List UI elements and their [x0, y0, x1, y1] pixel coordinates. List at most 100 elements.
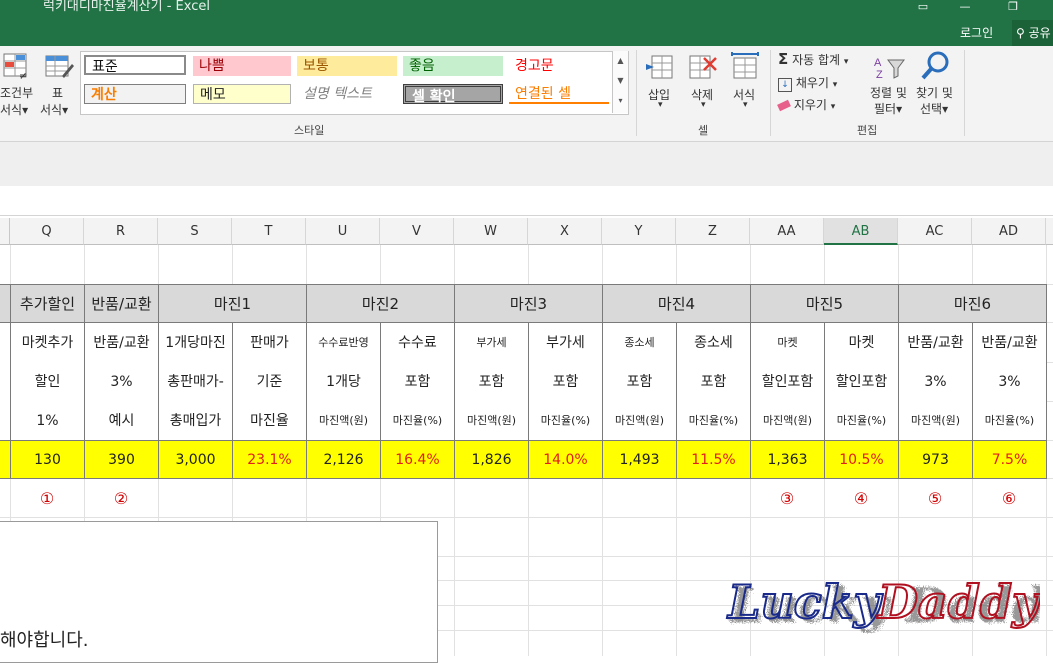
subheader-cell[interactable]: 기준 [232, 362, 307, 401]
subheader-cell[interactable]: 반품/교환 [972, 323, 1047, 362]
style-warning[interactable]: 경고문 [509, 56, 609, 76]
subheader-cell[interactable]: 예시 [84, 401, 159, 441]
subheader-cell[interactable]: 마진율 [232, 401, 307, 441]
column-header-s[interactable]: S [158, 218, 232, 245]
subheader-cell[interactable]: 마켓 [750, 323, 825, 362]
subheader-cell[interactable]: 마진율(%) [380, 401, 455, 441]
subheader-cell[interactable]: 부가세 [528, 323, 603, 362]
subheader-cell[interactable]: 마진액(원) [306, 401, 381, 441]
column-header-aa[interactable]: AA [750, 218, 824, 245]
marker-ab[interactable]: ④ [824, 484, 898, 514]
column-header-v[interactable]: V [380, 218, 454, 245]
formula-bar[interactable] [0, 187, 1053, 216]
format-dropdown-icon[interactable]: ▾ [743, 100, 748, 110]
subheader-cell[interactable]: 할인포함 [824, 362, 899, 401]
marker-ac[interactable]: ⑤ [898, 484, 972, 514]
column-header-t[interactable]: T [232, 218, 306, 245]
column-header-z[interactable]: Z [676, 218, 750, 245]
subheader-cell[interactable]: 포함 [454, 362, 529, 401]
marker-ad[interactable]: ⑥ [972, 484, 1046, 514]
value-cell[interactable]: 1,493 [602, 440, 677, 479]
autosum-button[interactable]: Σ 자동 합계 ▾ [778, 50, 848, 68]
column-header-ad[interactable]: AD [972, 218, 1046, 245]
table-format-label-2[interactable]: 서식▾ [40, 101, 68, 118]
subheader-cell[interactable]: 1개당마진 [158, 323, 233, 362]
style-bad[interactable]: 나쁨 [193, 56, 291, 76]
group-header[interactable]: 추가할인 [10, 284, 85, 323]
format-cells-icon[interactable] [730, 52, 760, 82]
group-header[interactable]: 반품/교환 [84, 284, 159, 323]
marker-aa[interactable]: ③ [750, 484, 824, 514]
subheader-cell[interactable]: 마진액(원) [898, 401, 973, 441]
subheader-cell[interactable]: 마진율(%) [528, 401, 603, 441]
subheader-cell[interactable]: 마진액(원) [750, 401, 825, 441]
subheader-cell[interactable]: 포함 [380, 362, 455, 401]
clear-button[interactable]: 지우기 ▾ [777, 96, 835, 113]
marker-r[interactable]: ② [84, 484, 158, 514]
column-header-y[interactable]: Y [602, 218, 676, 245]
fill-button[interactable]: ↓ 채우기 ▾ [778, 74, 837, 92]
login-link[interactable]: 로그인 [960, 24, 993, 41]
subheader-cell[interactable]: 마켓 [824, 323, 899, 362]
subheader-cell[interactable]: 포함 [676, 362, 751, 401]
value-cell[interactable]: 3,000 [158, 440, 233, 479]
style-good[interactable]: 좋음 [403, 56, 503, 76]
cond-format-label-2[interactable]: 서식▾ [0, 101, 28, 118]
sort-filter-label-2[interactable]: 필터▾ [874, 100, 902, 117]
column-header-ac[interactable]: AC [898, 218, 972, 245]
column-header-u[interactable]: U [306, 218, 380, 245]
column-header-r[interactable]: R [84, 218, 158, 245]
value-cell[interactable]: 23.1% [232, 440, 307, 479]
column-header-w[interactable]: W [454, 218, 528, 245]
value-cell[interactable]: 973 [898, 440, 973, 479]
subheader-cell[interactable]: 3% [84, 362, 159, 401]
subheader-cell[interactable]: 마진액(원) [454, 401, 529, 441]
subheader-cell[interactable]: 수수료 [380, 323, 455, 362]
ribbon-display-icon[interactable]: ▭ [908, 0, 938, 13]
subheader-cell[interactable]: 종소세 [676, 323, 751, 362]
column-header-x[interactable]: X [528, 218, 602, 245]
style-explanatory[interactable]: 설명 텍스트 [297, 84, 397, 104]
column-header-partial[interactable] [1046, 218, 1053, 245]
subheader-cell[interactable]: 마켓추가 [10, 323, 85, 362]
find-select-icon[interactable] [920, 50, 952, 82]
subheader-cell[interactable]: 반품/교환 [898, 323, 973, 362]
gallery-more-icon[interactable]: ▾ [613, 91, 628, 111]
subheader-cell[interactable]: 3% [898, 362, 973, 401]
value-cell[interactable]: 10.5% [824, 440, 899, 479]
value-cell[interactable]: 2,126 [306, 440, 381, 479]
delete-dropdown-icon[interactable]: ▾ [701, 100, 706, 110]
style-linked-cell[interactable]: 연결된 셀 [509, 84, 609, 104]
delete-cells-icon[interactable] [688, 52, 718, 82]
value-cell[interactable]: 11.5% [676, 440, 751, 479]
value-cell[interactable]: 1,826 [454, 440, 529, 479]
style-neutral[interactable]: 보통 [297, 56, 397, 76]
subheader-cell[interactable]: 할인포함 [750, 362, 825, 401]
gallery-scrollbar[interactable]: ▲ ▼ ▾ [612, 51, 628, 113]
group-header[interactable]: 마진4 [602, 284, 751, 323]
group-header[interactable]: 마진6 [898, 284, 1047, 323]
find-select-label-1[interactable]: 찾기 및 [916, 84, 953, 101]
subheader-cell[interactable]: 마진액(원) [602, 401, 677, 441]
sort-filter-icon[interactable]: A Z [874, 54, 908, 82]
subheader-cell[interactable]: 부가세 [454, 323, 529, 362]
group-header[interactable]: 마진2 [306, 284, 455, 323]
value-cell[interactable]: 7.5% [972, 440, 1047, 479]
subheader-cell[interactable]: 포함 [602, 362, 677, 401]
value-cell[interactable]: 390 [84, 440, 159, 479]
restore-icon[interactable]: ❐ [998, 0, 1028, 13]
subheader-cell[interactable]: 총판매가- [158, 362, 233, 401]
style-calculation[interactable]: 계산 [84, 84, 186, 104]
table-format-icon[interactable] [44, 52, 74, 82]
subheader-cell[interactable]: 종소세 [602, 323, 677, 362]
subheader-cell[interactable]: 1개당 [306, 362, 381, 401]
share-button[interactable]: ⚲ 공유 [1012, 20, 1053, 46]
group-header[interactable]: 마진5 [750, 284, 899, 323]
subheader-cell[interactable]: 마진율(%) [824, 401, 899, 441]
value-cell[interactable]: 14.0% [528, 440, 603, 479]
subheader-cell[interactable]: 포함 [528, 362, 603, 401]
subheader-cell[interactable]: 마진율(%) [676, 401, 751, 441]
find-select-label-2[interactable]: 선택▾ [920, 100, 948, 117]
scroll-up-icon[interactable]: ▲ [613, 51, 628, 71]
subheader-cell[interactable]: 판매가 [232, 323, 307, 362]
